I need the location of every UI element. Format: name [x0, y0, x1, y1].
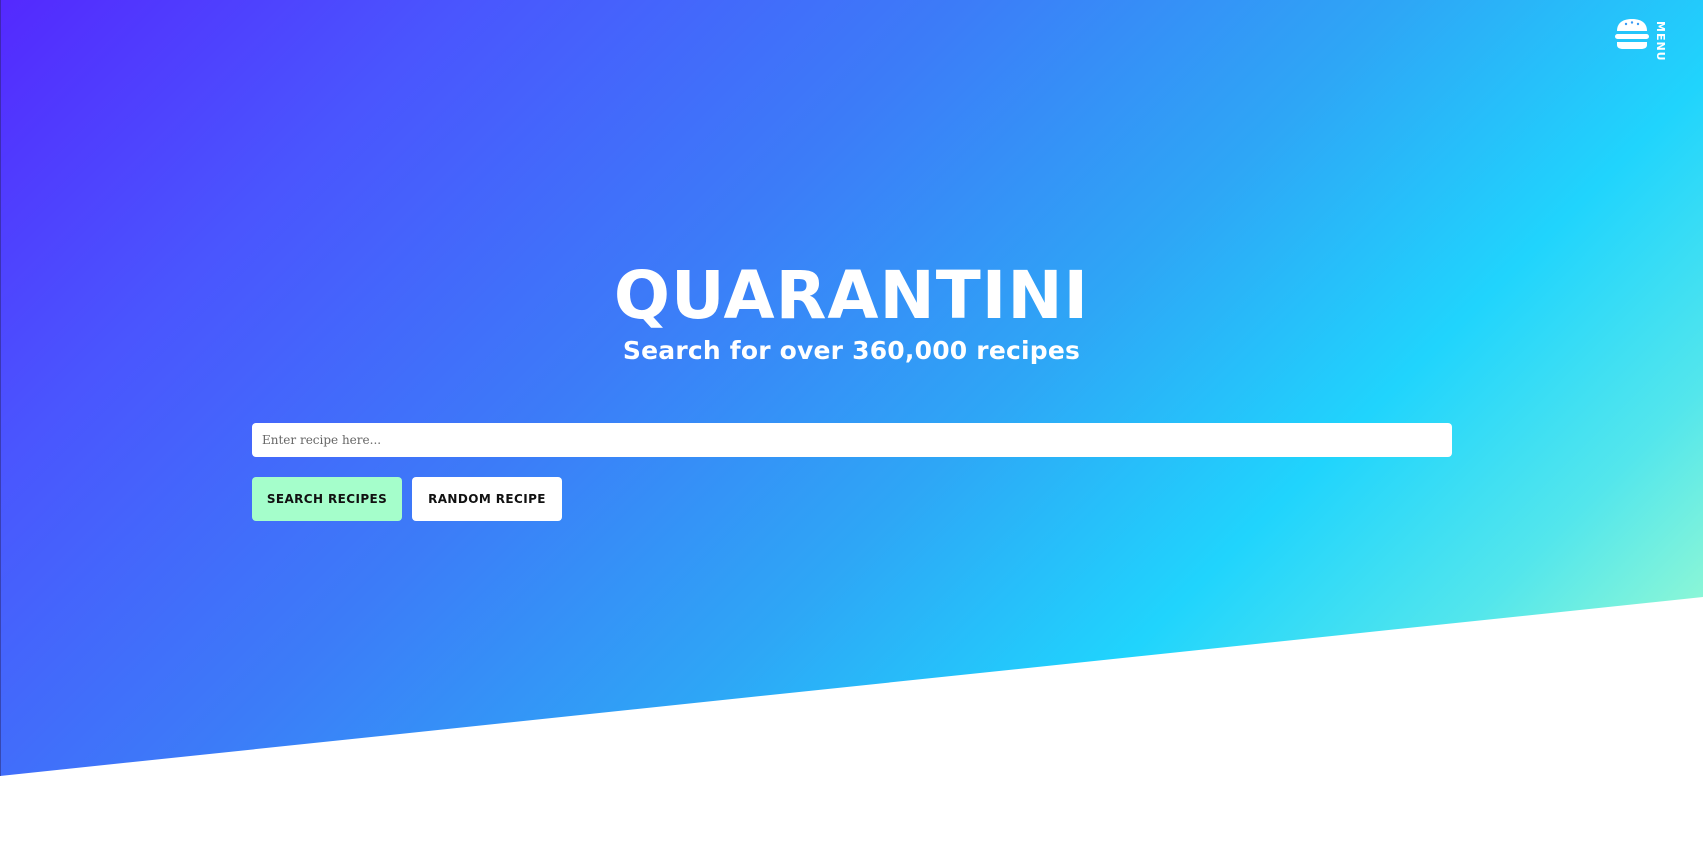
hero-background	[0, 0, 1703, 776]
recipe-search-input[interactable]	[252, 423, 1452, 457]
hero-title-block: QUARANTINI Search for over 360,000 recip…	[0, 258, 1703, 368]
site-subtitle: Search for over 360,000 recipes	[622, 336, 1081, 365]
page: MENU QUARANTINI Search for over 360,000 …	[0, 0, 1703, 844]
left-edge-line	[0, 0, 1, 776]
site-title: QUARANTINI	[613, 257, 1090, 334]
search-recipes-button[interactable]: SEARCH RECIPES	[252, 477, 402, 521]
random-recipe-button[interactable]: RANDOM RECIPE	[412, 477, 562, 521]
menu-button[interactable]: MENU	[1614, 18, 1667, 62]
burger-icon	[1615, 19, 1649, 49]
menu-label: MENU	[1654, 21, 1667, 62]
